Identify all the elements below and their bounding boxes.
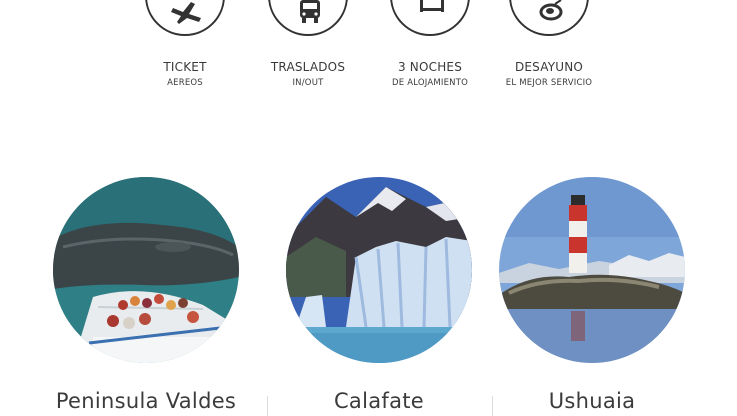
destination-image-whale[interactable]: [53, 177, 239, 363]
feature-ring: [145, 0, 225, 36]
feature-ring: [390, 0, 470, 36]
destination-image-lighthouse[interactable]: [499, 177, 685, 363]
destination-card-calafate[interactable]: Calafate: [286, 177, 472, 413]
destination-card-ushuaia[interactable]: Ushuaia: [499, 177, 685, 413]
destination-name[interactable]: Ushuaia: [459, 389, 725, 413]
feature-title: DESAYUNO: [514, 60, 584, 74]
bus-icon: [300, 0, 320, 23]
destination-name[interactable]: Peninsula Valdes: [13, 389, 279, 413]
destination-image-glacier[interactable]: [286, 177, 472, 363]
destination-card-peninsula-valdes[interactable]: Peninsula Valdes: [53, 177, 239, 413]
feature-subtitle: EL MEJOR SERVICIO: [505, 78, 593, 88]
feature-ring: [509, 0, 589, 36]
breakfast-icon: [539, 0, 563, 21]
airplane-icon: [171, 2, 201, 24]
feature-ring: [268, 0, 348, 36]
bed-icon: [420, 0, 444, 12]
